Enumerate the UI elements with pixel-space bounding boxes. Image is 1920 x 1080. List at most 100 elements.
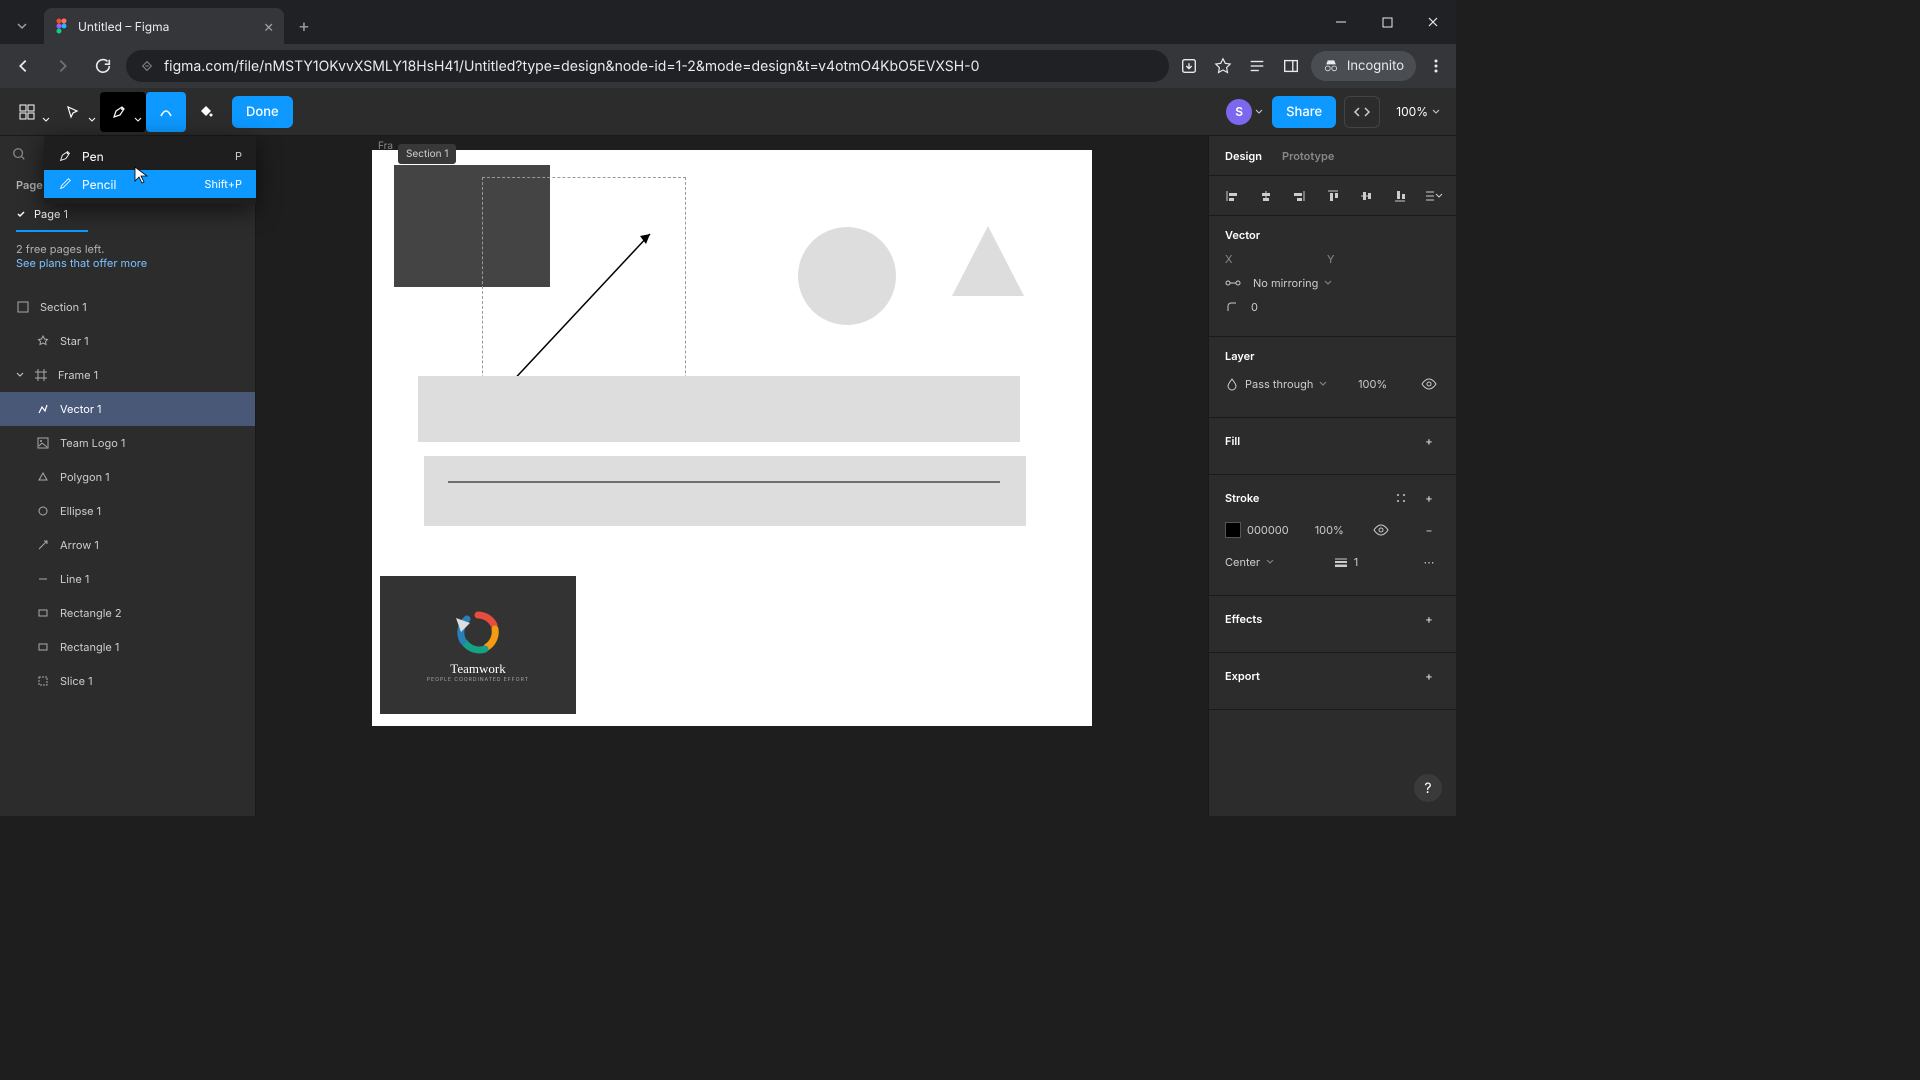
teamwork-subtext: PEOPLE COORDINATED EFFORT [427,677,529,683]
dev-mode-button[interactable] [1344,96,1380,128]
forward-button[interactable] [46,49,80,83]
align-top-icon[interactable] [1322,185,1344,207]
polygon-shape[interactable] [952,226,1024,296]
corner-value[interactable]: 0 [1251,300,1258,314]
user-avatar[interactable]: S [1226,99,1252,125]
reading-list-icon[interactable] [1243,52,1271,80]
section-badge[interactable]: Section 1 [398,144,456,164]
align-left-icon[interactable] [1221,185,1243,207]
tab-design[interactable]: Design [1225,149,1262,163]
new-tab-button[interactable]: + [284,8,324,44]
stroke-color-value[interactable]: 000000 [1247,523,1289,537]
share-button[interactable]: Share [1272,96,1336,128]
help-button[interactable]: ? [1414,774,1442,802]
add-export-button[interactable]: + [1418,665,1440,687]
stroke-visibility-toggle[interactable] [1370,519,1392,541]
arrow-shape[interactable] [502,226,662,392]
stroke-weight-value[interactable]: 1 [1354,555,1358,569]
bookmark-icon[interactable] [1209,52,1237,80]
right-panel: Design Prototype Vector X Y [1208,136,1456,816]
mirroring-value: No mirroring [1253,276,1318,290]
layer-row[interactable]: Arrow 1 [0,528,255,562]
incognito-badge[interactable]: Incognito [1311,51,1416,81]
layer-row[interactable]: Rectangle 2 [0,596,255,630]
layer-row[interactable]: Team Logo 1 [0,426,255,460]
align-bottom-icon[interactable] [1389,185,1411,207]
mirroring-select[interactable]: No mirroring [1253,276,1332,290]
frame-icon [34,368,48,382]
layer-row[interactable]: Polygon 1 [0,460,255,494]
layer-row[interactable]: Rectangle 1 [0,630,255,664]
add-effect-button[interactable]: + [1418,608,1440,630]
remove-stroke-button[interactable]: − [1418,519,1440,541]
distribute-icon[interactable] [1422,185,1444,207]
rectangle-1-shape[interactable] [424,456,1026,526]
stroke-style-button[interactable] [1390,487,1412,509]
team-logo-image[interactable]: Teamwork PEOPLE COORDINATED EFFORT [380,576,576,714]
layer-row[interactable]: Slice 1 [0,664,255,698]
layer-section: Layer Pass through 100% [1209,337,1456,418]
layer-title: Layer [1225,349,1440,363]
vector-title: Vector [1225,228,1440,242]
layer-row[interactable]: Vector 1 [0,392,255,426]
stroke-align-select[interactable]: Center [1225,555,1274,569]
stroke-color-swatch[interactable] [1225,522,1241,538]
blend-mode-select[interactable]: Pass through [1225,377,1327,391]
install-app-icon[interactable] [1175,52,1203,80]
browser-tab-strip: Untitled – Figma × + [0,0,1456,44]
align-hcenter-icon[interactable] [1255,185,1277,207]
window-close-button[interactable] [1410,0,1456,44]
x-label: X [1225,252,1233,266]
figma-favicon-icon [54,18,70,34]
stroke-opacity[interactable]: 100% [1315,523,1344,537]
reload-button[interactable] [86,49,120,83]
pen-tool-button[interactable] [100,92,146,132]
stroke-align-value: Center [1225,555,1260,569]
visibility-toggle[interactable] [1418,373,1440,395]
tab-close-icon[interactable]: × [263,16,274,36]
tab-prototype[interactable]: Prototype [1282,149,1334,163]
browser-menu-button[interactable] [1422,52,1450,80]
layer-row[interactable]: Section 1 [0,290,255,324]
add-fill-button[interactable]: + [1418,430,1440,452]
layer-row[interactable]: Line 1 [0,562,255,596]
layer-row[interactable]: Ellipse 1 [0,494,255,528]
mirroring-icon [1225,278,1241,288]
y-label: Y [1327,252,1334,266]
rectangle-2-shape[interactable] [418,376,1020,442]
done-button[interactable]: Done [232,96,293,128]
side-panel-icon[interactable] [1277,52,1305,80]
move-tool-button[interactable] [54,92,100,132]
bend-tool-button[interactable] [146,92,186,132]
tab-search-button[interactable] [4,8,40,44]
stroke-weight-icon [1334,557,1348,567]
layer-row[interactable]: Frame 1 [0,358,255,392]
figma-app: Done S Share 100% Page Page 1 [0,88,1456,816]
effects-title: Effects [1225,612,1262,626]
layer-opacity[interactable]: 100% [1358,377,1387,391]
effects-section: Effects + [1209,596,1456,653]
ellipse-shape[interactable] [798,227,896,325]
inspector-tabs: Design Prototype [1209,136,1456,176]
minimize-button[interactable] [1318,0,1364,44]
page-name: Page 1 [34,207,68,221]
blend-value: Pass through [1245,377,1313,391]
main-menu-button[interactable] [8,92,54,132]
back-button[interactable] [6,49,40,83]
stroke-more-button[interactable]: ⋯ [1418,551,1440,573]
zoom-control[interactable]: 100% [1388,104,1448,119]
address-bar[interactable]: figma.com/file/nMSTY1OKvvXSMLY18HsH41/Un… [126,50,1169,82]
align-vcenter-icon[interactable] [1355,185,1377,207]
paint-bucket-button[interactable] [186,92,226,132]
see-plans-link[interactable]: See plans that offer more [16,256,147,270]
layer-row[interactable]: Star 1 [0,324,255,358]
pen-tool-item[interactable]: Pen P [44,142,256,170]
pencil-tool-item[interactable]: Pencil Shift+P [44,170,256,198]
add-stroke-button[interactable]: + [1418,487,1440,509]
chevron-down-icon[interactable] [1254,107,1264,117]
line-icon [36,572,50,586]
canvas[interactable]: Fra Section 1 [256,136,1208,816]
browser-tab[interactable]: Untitled – Figma × [44,8,284,44]
maximize-button[interactable] [1364,0,1410,44]
align-right-icon[interactable] [1288,185,1310,207]
